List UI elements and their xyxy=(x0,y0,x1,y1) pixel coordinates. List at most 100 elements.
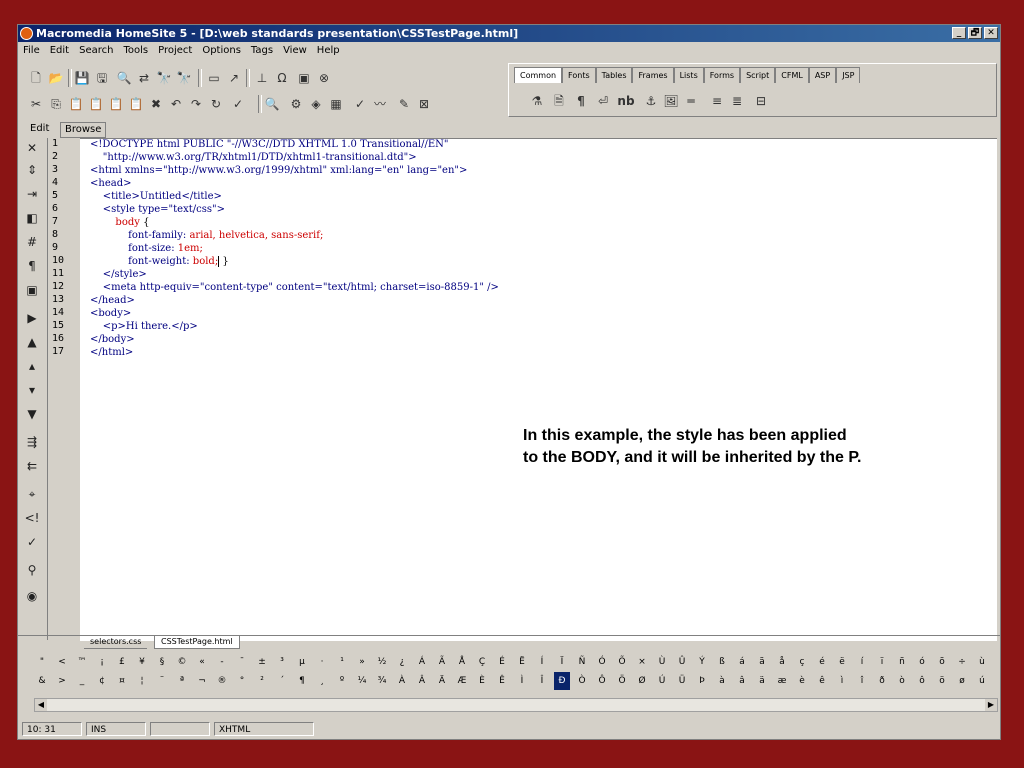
special-char-button[interactable]: é xyxy=(814,653,830,671)
special-char-button[interactable]: å xyxy=(774,653,790,671)
scroll-left-icon[interactable]: ◀ xyxy=(35,699,47,711)
special-char-button[interactable]: ¥ xyxy=(134,653,150,671)
special-char-button[interactable]: Ï xyxy=(554,653,570,671)
special-char-button[interactable]: ¢ xyxy=(94,672,110,690)
menu-options[interactable]: Options xyxy=(197,42,246,60)
menu-help[interactable]: Help xyxy=(312,42,345,60)
special-char-button[interactable]: » xyxy=(354,653,370,671)
special-char-button[interactable]: Â xyxy=(414,672,430,690)
code-editor[interactable]: <!DOCTYPE html PUBLIC "-//W3C//DTD XHTML… xyxy=(80,138,997,641)
special-char-button[interactable]: ¹ xyxy=(334,653,350,671)
special-char-button[interactable]: º xyxy=(334,672,350,690)
expand-icon[interactable]: ⇕ xyxy=(24,162,40,178)
special-char-button[interactable]: Ð xyxy=(554,672,570,690)
anchor-doc-icon[interactable]: 🗎 xyxy=(551,93,567,109)
special-char-button[interactable]: ÷ xyxy=(954,653,970,671)
special-char-button[interactable]: ø xyxy=(954,672,970,690)
special-char-button[interactable]: § xyxy=(154,653,170,671)
special-char-button[interactable]: ¤ xyxy=(114,672,130,690)
center-align-icon[interactable]: ≡ xyxy=(709,93,725,109)
special-char-button[interactable]: µ xyxy=(294,653,310,671)
special-char-button[interactable]: ñ xyxy=(894,653,910,671)
cut-icon[interactable]: ✂ xyxy=(28,96,44,112)
special-char-button[interactable]: Ã xyxy=(434,653,450,671)
indent-icon[interactable]: ⇥ xyxy=(24,186,40,202)
special-char-button[interactable]: ß xyxy=(714,653,730,671)
special-char-button[interactable]: à xyxy=(714,672,730,690)
special-char-button[interactable]: ¡ xyxy=(94,653,110,671)
new-file-icon[interactable]: 🗋 xyxy=(28,70,44,86)
special-char-button[interactable]: è xyxy=(794,672,810,690)
quick-start-icon[interactable]: ⚗ xyxy=(529,93,545,109)
close-document-icon[interactable]: ✕ xyxy=(24,140,40,156)
special-char-button[interactable]: ¦ xyxy=(134,672,150,690)
comment-icon[interactable]: <! xyxy=(24,510,40,526)
save-icon[interactable]: 💾 xyxy=(74,70,90,86)
special-char-button[interactable]: ï xyxy=(874,653,890,671)
special-char-button[interactable]: ¸ xyxy=(314,672,330,690)
special-char-button[interactable]: á xyxy=(734,653,750,671)
menu-search[interactable]: Search xyxy=(74,42,118,60)
special-char-button[interactable]: Þ xyxy=(694,672,710,690)
paste-special-icon[interactable]: 📋 xyxy=(88,96,104,112)
clear-icon[interactable]: ✖ xyxy=(148,96,164,112)
special-char-button[interactable]: - xyxy=(214,653,230,671)
special-char-button[interactable]: Ç xyxy=(474,653,490,671)
special-char-button[interactable]: î xyxy=(854,672,870,690)
snippets-icon[interactable]: ▣ xyxy=(296,70,312,86)
special-char-button[interactable]: ™ xyxy=(74,653,90,671)
gutter-toggle-icon[interactable]: ◧ xyxy=(24,210,40,226)
restore-button[interactable]: 🗗 xyxy=(968,27,982,39)
special-char-button[interactable]: ¬ xyxy=(194,672,210,690)
outdent-icon[interactable]: ⇇ xyxy=(24,458,40,474)
special-char-button[interactable]: ¯ xyxy=(234,653,250,671)
menu-edit[interactable]: Edit xyxy=(45,42,74,60)
special-char-button[interactable]: Ö xyxy=(614,672,630,690)
qtab-lists[interactable]: Lists xyxy=(673,67,704,83)
menu-tags[interactable]: Tags xyxy=(246,42,278,60)
show-paragraph-icon[interactable]: ¶ xyxy=(24,258,40,274)
special-char-button[interactable]: Ì xyxy=(514,672,530,690)
special-char-button[interactable]: ù xyxy=(974,653,990,671)
qtab-forms[interactable]: Forms xyxy=(703,67,741,83)
special-char-button[interactable]: × xyxy=(634,653,650,671)
right-align-icon[interactable]: ≣ xyxy=(729,93,745,109)
tab-browse[interactable]: Browse xyxy=(60,122,107,138)
special-char-button[interactable]: É xyxy=(494,653,510,671)
tab-edit[interactable]: Edit xyxy=(26,122,53,136)
qtab-tables[interactable]: Tables xyxy=(595,67,633,83)
refresh-icon[interactable]: ↻ xyxy=(208,96,224,112)
line-numbers-icon[interactable]: # xyxy=(24,234,40,250)
special-char-button[interactable]: ô xyxy=(914,672,930,690)
menu-project[interactable]: Project xyxy=(153,42,197,60)
special-char-button[interactable]: ± xyxy=(254,653,270,671)
special-char-button[interactable]: Æ xyxy=(454,672,470,690)
extended-replace-icon[interactable]: 🔭 xyxy=(176,70,192,86)
special-char-button[interactable]: Ý xyxy=(694,653,710,671)
undo-icon[interactable]: ↶ xyxy=(168,96,184,112)
tag-inspector-icon[interactable]: ⚙ xyxy=(288,96,304,112)
special-char-button[interactable]: · xyxy=(314,653,330,671)
special-char-button[interactable]: ¨ xyxy=(154,672,170,690)
special-char-button[interactable]: õ xyxy=(934,653,950,671)
special-char-button[interactable]: ð xyxy=(874,672,890,690)
globe-icon[interactable]: ◉ xyxy=(24,588,40,604)
replace-icon[interactable]: ⇄ xyxy=(136,70,152,86)
horizontal-scrollbar[interactable]: ◀ ▶ xyxy=(34,698,998,712)
browse-icon[interactable]: ▭ xyxy=(206,70,222,86)
scroll-right-icon[interactable]: ▶ xyxy=(985,699,997,711)
design-icon[interactable]: ▦ xyxy=(328,96,344,112)
monitor-icon[interactable]: ▣ xyxy=(24,282,40,298)
special-char-button[interactable]: ò xyxy=(894,672,910,690)
special-char-button[interactable]: < xyxy=(54,653,70,671)
insert-tag-icon[interactable]: ⊥ xyxy=(254,70,270,86)
special-char-button[interactable]: Á xyxy=(414,653,430,671)
special-char-button[interactable]: Ñ xyxy=(574,653,590,671)
tag-completion-icon[interactable]: ⌖ xyxy=(24,486,40,502)
close-button[interactable]: ✕ xyxy=(984,27,998,39)
special-char-button[interactable]: Ù xyxy=(654,653,670,671)
special-char-button[interactable]: Ó xyxy=(594,653,610,671)
down-arrow-icon[interactable]: ▾ xyxy=(24,382,40,398)
special-char-button[interactable]: © xyxy=(174,653,190,671)
image-icon[interactable]: ⊗ xyxy=(316,70,332,86)
